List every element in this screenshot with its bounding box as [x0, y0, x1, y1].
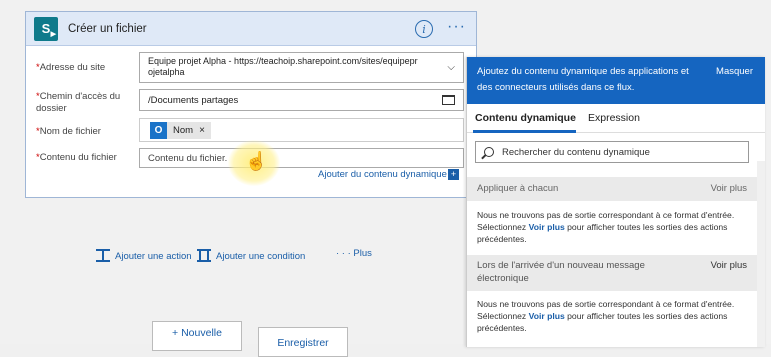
tab-dynamic-content[interactable]: Contenu dynamique: [475, 112, 576, 124]
flow-designer-canvas: S ▶ Créer un fichier i ··· *Adresse du si…: [0, 0, 771, 357]
section-header-new-email: Lors de l'arrivée d'un nouveau message é…: [467, 255, 757, 291]
see-more-inline-link[interactable]: Voir plus: [529, 311, 565, 321]
info-icon[interactable]: i: [415, 20, 433, 38]
field-file-name: *Nom de fichier: [36, 126, 139, 138]
hand-cursor-icon: ☝: [245, 151, 268, 171]
step-actions-bar: Ajouter une action Ajouter une condition…: [0, 244, 470, 264]
more-button[interactable]: · · · Plus: [336, 248, 372, 259]
field-folder-path: *Chemin d'accès du dossier: [36, 91, 139, 115]
field-file-content: *Contenu du fichier: [36, 152, 139, 164]
remove-token-icon[interactable]: ×: [199, 125, 205, 136]
section-body: Nous ne trouvons pas de sortie correspon…: [477, 299, 735, 333]
card-header[interactable]: S ▶ Créer un fichier i ···: [26, 12, 476, 46]
file-name-input[interactable]: O Nom ×: [139, 118, 464, 142]
see-more-inline-link[interactable]: Voir plus: [529, 222, 565, 232]
new-step-button[interactable]: + Nouvelle: [152, 321, 242, 351]
section-header-apply-to-each: Appliquer à chacun Voir plus: [467, 177, 757, 201]
more-options-icon[interactable]: ···: [447, 18, 466, 36]
active-tab-indicator: [473, 130, 576, 133]
panel-description: Ajoutez du contenu dynamique des applica…: [477, 66, 689, 93]
hide-panel-button[interactable]: Masquer: [716, 64, 753, 80]
outlook-icon: O: [150, 122, 167, 139]
field-label: *Adresse du site: [36, 62, 106, 73]
search-icon: [484, 147, 494, 157]
field-label: *Contenu du fichier: [36, 152, 117, 163]
tab-expression[interactable]: Expression: [588, 112, 640, 124]
file-content-input[interactable]: Contenu du fichier.: [139, 148, 464, 168]
panel-scrollbar[interactable]: [757, 161, 765, 347]
dynamic-content-panel: Ajoutez du contenu dynamique des applica…: [466, 57, 765, 347]
panel-tabs: Contenu dynamique Expression: [467, 104, 765, 133]
field-label: *Chemin d'accès du dossier: [36, 91, 121, 114]
field-site-address: *Adresse du site: [36, 62, 139, 74]
dynamic-token[interactable]: O Nom ×: [150, 122, 211, 139]
add-dynamic-content-link[interactable]: Ajouter du contenu dynamique: [318, 169, 447, 180]
site-address-dropdown[interactable]: Equipe projet Alpha - https://teachoip.s…: [139, 52, 464, 83]
add-condition-icon: [197, 248, 211, 264]
chevron-down-icon: ⌵: [447, 62, 455, 73]
see-more-link[interactable]: Voir plus: [711, 259, 747, 272]
panel-header: Ajoutez du contenu dynamique des applica…: [467, 57, 765, 104]
card-title: Créer un fichier: [68, 22, 147, 35]
field-label: *Nom de fichier: [36, 126, 101, 137]
dynamic-content-search[interactable]: Rechercher du contenu dynamique: [475, 141, 749, 163]
add-dynamic-content-icon[interactable]: +: [448, 169, 459, 180]
folder-icon[interactable]: [442, 95, 455, 105]
sharepoint-icon: S ▶: [34, 16, 58, 41]
add-action-icon: [96, 248, 110, 264]
section-body: Nous ne trouvons pas de sortie correspon…: [477, 210, 735, 244]
add-condition-button[interactable]: Ajouter une condition: [197, 248, 305, 264]
save-button[interactable]: Enregistrer: [258, 327, 348, 357]
folder-path-input[interactable]: /Documents partages: [139, 89, 464, 111]
see-more-link[interactable]: Voir plus: [711, 177, 747, 201]
add-action-button[interactable]: Ajouter une action: [96, 248, 192, 264]
